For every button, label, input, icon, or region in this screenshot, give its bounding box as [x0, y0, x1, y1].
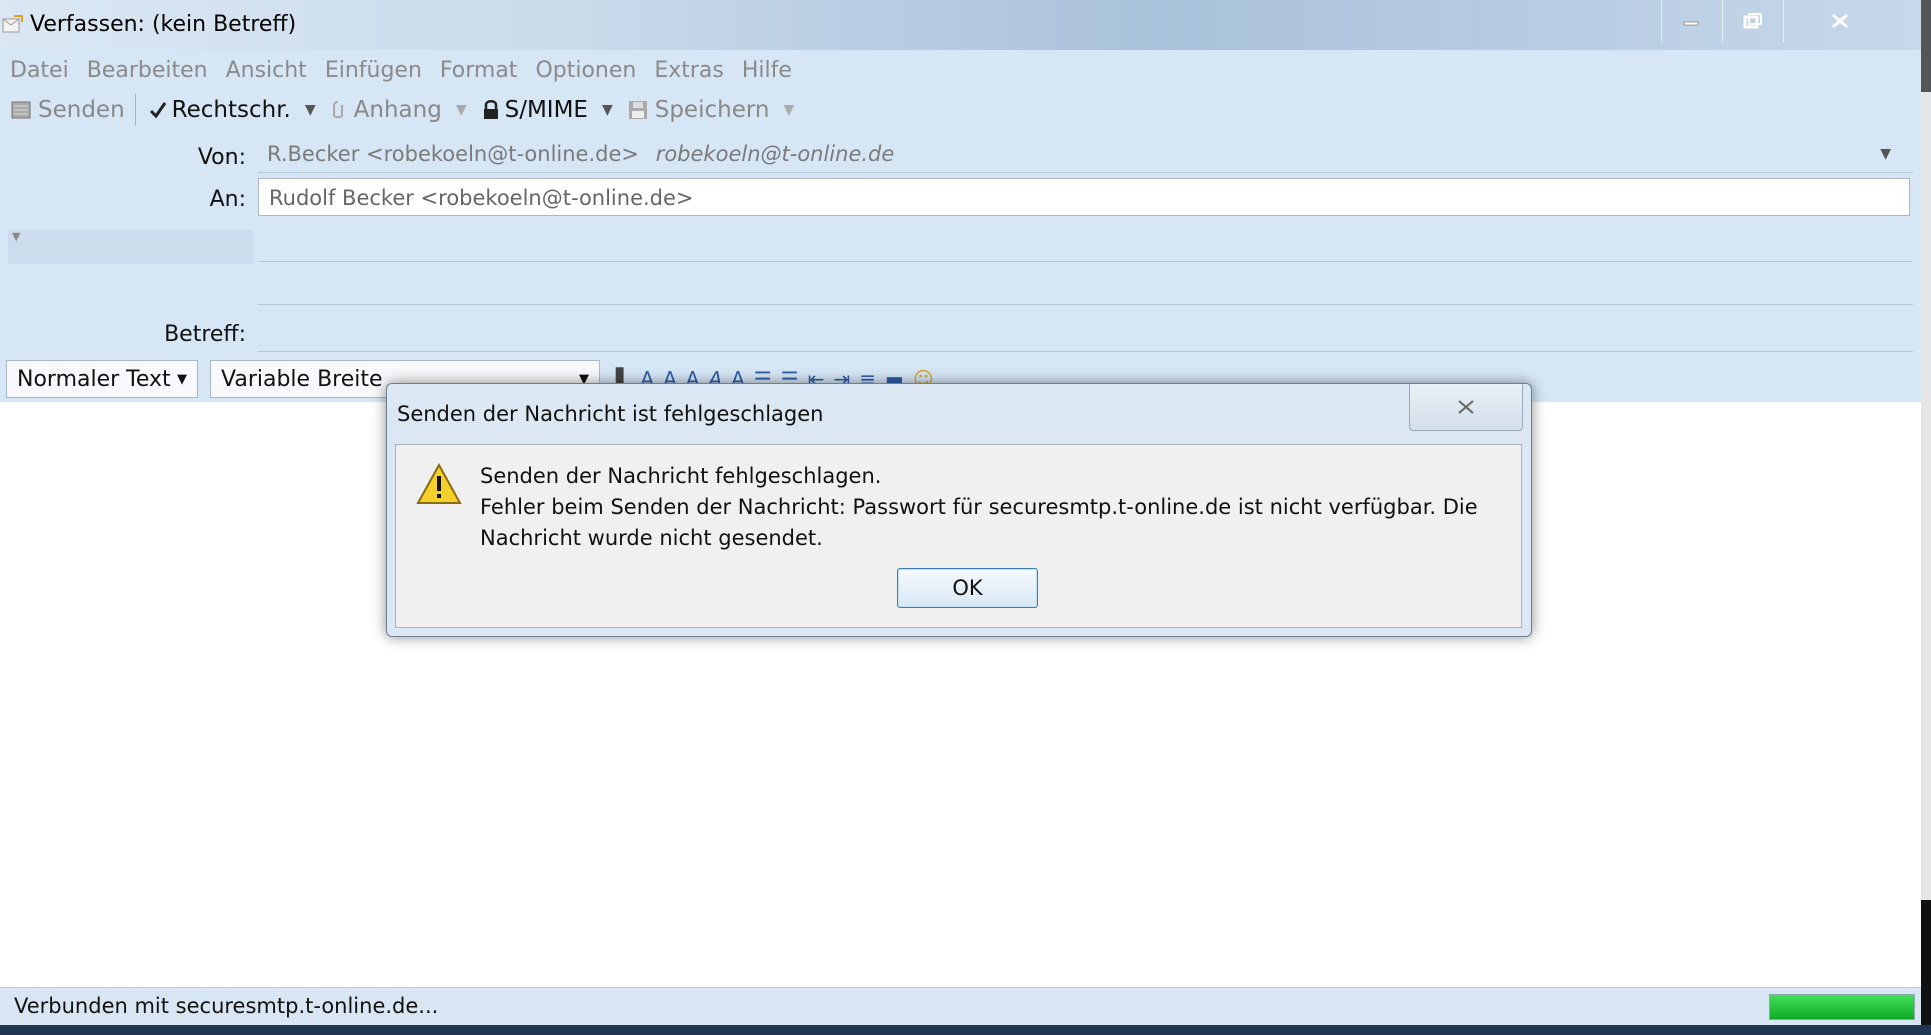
smime-label: S/MIME	[504, 97, 588, 123]
from-field[interactable]: R.Becker <robekoeln@t-online.de> robekoe…	[267, 142, 894, 166]
floppy-icon	[628, 101, 647, 119]
menu-extras[interactable]: Extras	[654, 58, 724, 83]
save-dropdown-icon[interactable]: ▼	[783, 102, 794, 118]
progress-fill	[1770, 995, 1914, 1019]
paperclip-icon	[332, 101, 343, 119]
dialog-title: Senden der Nachricht ist fehlgeschlagen	[397, 402, 824, 426]
spelling-button[interactable]: Rechtschr.	[148, 97, 291, 123]
from-label: Von:	[197, 145, 246, 170]
spelling-label: Rechtschr.	[171, 97, 291, 123]
close-icon	[1458, 400, 1474, 414]
taskbar	[0, 1025, 1931, 1035]
progress-bar	[1769, 994, 1915, 1020]
chevron-down-icon: ▼	[177, 371, 187, 387]
menu-format[interactable]: Format	[440, 58, 518, 83]
send-error-dialog: Senden der Nachricht ist fehlgeschlagen …	[386, 383, 1532, 637]
subject-input[interactable]	[258, 318, 1913, 350]
dialog-message-line2: Fehler beim Senden der Nachricht: Passwo…	[480, 495, 1478, 550]
ok-button[interactable]: OK	[897, 568, 1038, 608]
close-button[interactable]	[1783, 0, 1896, 42]
menu-ansicht[interactable]: Ansicht	[226, 58, 307, 83]
from-account: robekoeln@t-online.de	[655, 142, 895, 166]
send-label: Senden	[38, 97, 125, 123]
status-text: Verbunden mit securesmtp.t-online.de...	[14, 994, 439, 1018]
minimize-button[interactable]	[1661, 0, 1722, 42]
recipient-type-select[interactable]: ▼	[8, 230, 253, 264]
from-dropdown-icon[interactable]: ▼	[1880, 146, 1891, 162]
restore-button[interactable]	[1722, 0, 1783, 42]
close-icon	[1832, 13, 1848, 29]
warning-icon	[416, 463, 462, 504]
font-value: Variable Breite	[221, 366, 383, 392]
dialog-message: Senden der Nachricht fehlgeschlagen. Feh…	[480, 461, 1500, 554]
to-input[interactable]: Rudolf Becker <robekoeln@t-online.de>	[258, 178, 1910, 216]
divider	[258, 172, 1913, 173]
scroll-track-dark	[1921, 900, 1931, 1025]
menu-optionen[interactable]: Optionen	[535, 58, 636, 83]
subject-label: Betreff:	[164, 322, 246, 347]
dialog-close-button[interactable]	[1409, 384, 1523, 431]
compose-header-frame: Datei Bearbeiten Ansicht Einfügen Format…	[0, 50, 1921, 403]
divider	[258, 351, 1913, 352]
status-bar: Verbunden mit securesmtp.t-online.de...	[0, 987, 1921, 1026]
menu-hilfe[interactable]: Hilfe	[742, 58, 792, 83]
menu-datei[interactable]: Datei	[10, 58, 69, 83]
attach-label: Anhang	[353, 97, 442, 123]
menu-bearbeiten[interactable]: Bearbeiten	[87, 58, 208, 83]
to-label: An:	[209, 187, 246, 212]
recipient-row-2[interactable]	[258, 261, 1913, 262]
restore-icon	[1743, 13, 1762, 29]
window-title: Verfassen: (kein Betreff)	[30, 12, 297, 37]
paragraph-format-select[interactable]: Normaler Text ▼	[6, 360, 198, 398]
smime-button[interactable]: S/MIME	[481, 97, 588, 123]
attach-dropdown-icon[interactable]: ▼	[456, 102, 467, 118]
send-button[interactable]: Senden	[10, 97, 125, 123]
compose-icon	[2, 15, 23, 33]
send-icon	[11, 101, 31, 119]
menu-einfuegen[interactable]: Einfügen	[325, 58, 422, 83]
menu-bar: Datei Bearbeiten Ansicht Einfügen Format…	[10, 58, 810, 83]
scroll-thumb[interactable]	[1921, 0, 1931, 92]
smime-dropdown-icon[interactable]: ▼	[602, 102, 613, 118]
recipient-row-3[interactable]	[258, 304, 1913, 305]
compose-toolbar: Senden Rechtschr. ▼ Anhang ▼ S/MIME ▼ Sp…	[10, 94, 808, 126]
paragraph-format-value: Normaler Text	[17, 366, 171, 392]
lock-icon	[483, 100, 498, 119]
save-label: Speichern	[654, 97, 770, 123]
dialog-content: Senden der Nachricht fehlgeschlagen. Feh…	[395, 444, 1522, 628]
from-value: R.Becker <robekoeln@t-online.de>	[267, 142, 640, 166]
checkmark-icon	[149, 102, 166, 119]
attach-button[interactable]: Anhang	[330, 97, 442, 123]
minimize-icon	[1683, 21, 1699, 26]
toolbar-separator	[134, 94, 136, 126]
dialog-message-line1: Senden der Nachricht fehlgeschlagen.	[480, 464, 882, 488]
scrollbar[interactable]	[1921, 0, 1931, 1025]
title-bar: Verfassen: (kein Betreff)	[0, 0, 1931, 50]
save-button[interactable]: Speichern	[627, 97, 770, 123]
spelling-dropdown-icon[interactable]: ▼	[305, 102, 316, 118]
